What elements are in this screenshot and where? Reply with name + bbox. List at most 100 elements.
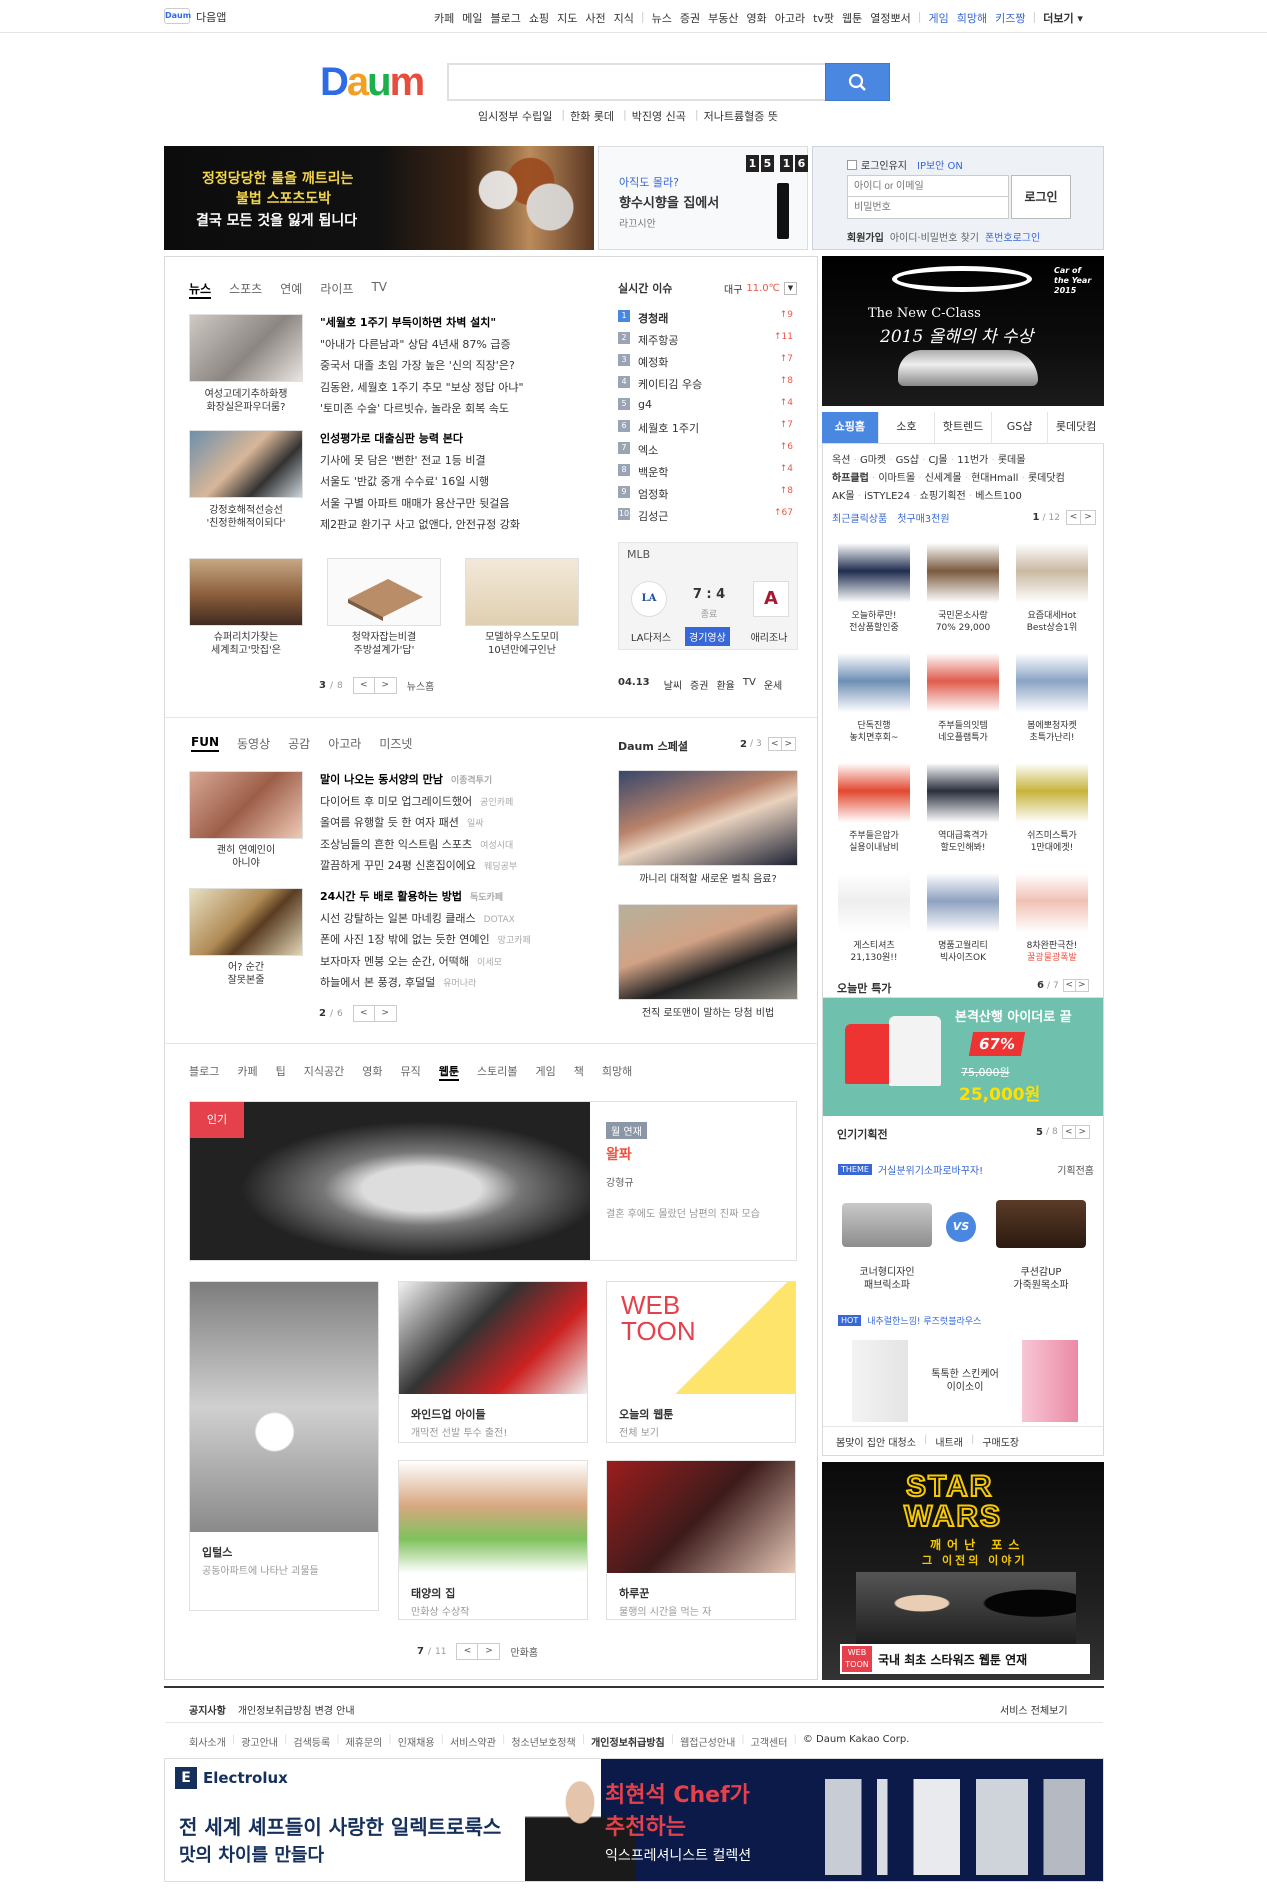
realtime-item[interactable]: 1 경청래 ↑9 xyxy=(618,310,793,326)
photo-restaurant[interactable] xyxy=(189,558,303,626)
manhwa-home-link[interactable]: 만화홈 xyxy=(510,1644,538,1659)
ip-security-toggle[interactable]: IP보안 ON xyxy=(917,157,963,172)
mall-link[interactable]: CJ몰 xyxy=(929,455,948,466)
headline-link[interactable]: 조상님들의 흔한 익스트림 스포츠 여성시대 xyxy=(320,836,513,852)
hot-keyword[interactable]: 한화 롯데 xyxy=(570,108,614,124)
webtoon-card[interactable]: 입털스 공동아파트에 나타난 괴물들 xyxy=(189,1281,379,1611)
car-ad[interactable]: Car of the Year 2015 The New C-Class 201… xyxy=(822,256,1104,406)
gnb-media-link[interactable]: 부동산 xyxy=(708,10,738,26)
util-link[interactable]: 날씨 xyxy=(664,677,682,692)
special-caption-1[interactable]: 까니리 대적할 새로운 벌칙 음료? xyxy=(618,873,798,886)
headline-link[interactable]: 다이어트 후 미모 업그레이드했어 공인카페 xyxy=(320,793,513,809)
fun-prev-button[interactable]: < xyxy=(352,1005,375,1022)
realtime-item[interactable]: 6 세월호 1주기 ↑7 xyxy=(618,420,793,436)
product-caption[interactable]: 봄에뽀청자켓 초특가난리! xyxy=(1008,720,1096,744)
webtoon-next-button[interactable]: > xyxy=(478,1643,501,1660)
gnb-service-link[interactable]: 블로그 xyxy=(491,10,521,26)
special-photo-2[interactable] xyxy=(618,904,798,1000)
webtoon-card[interactable]: 태양의 집 만화상 수상작 xyxy=(398,1460,588,1620)
product-image[interactable] xyxy=(927,866,999,936)
id-input[interactable] xyxy=(847,175,1009,197)
special-photo-1[interactable] xyxy=(618,770,798,866)
deal-next-button[interactable]: > xyxy=(1075,979,1089,992)
planning-link[interactable]: 내트래 xyxy=(935,1434,963,1449)
gnb-service-link[interactable]: 지식 xyxy=(614,10,634,26)
gnb-media-link[interactable]: 증권 xyxy=(680,10,700,26)
fun-next-button[interactable]: > xyxy=(374,1005,397,1022)
category-tab[interactable]: 팁 xyxy=(276,1063,286,1081)
category-tab[interactable]: 블로그 xyxy=(189,1063,219,1081)
headline-link[interactable]: "아내가 다른남과" 상담 4년새 87% 급증 xyxy=(320,336,511,352)
fun-tab[interactable]: 아고라 xyxy=(328,735,361,752)
footer-link[interactable]: 웹접근성안내 xyxy=(680,1734,735,1749)
category-tab[interactable]: 뮤직 xyxy=(400,1063,420,1081)
special-next-button[interactable]: > xyxy=(781,737,796,751)
category-tab[interactable]: 영화 xyxy=(362,1063,382,1081)
news-next-button[interactable]: > xyxy=(374,677,397,694)
login-button[interactable]: 로그인 xyxy=(1011,175,1071,219)
category-tab[interactable]: 웹툰 xyxy=(438,1063,459,1081)
shop-next-button[interactable]: > xyxy=(1081,510,1096,525)
phone-login-link[interactable]: 폰번호로그인 xyxy=(985,229,1040,244)
headline-link[interactable]: 기사에 못 담은 '뻔한' 전교 1등 비결 xyxy=(320,452,486,468)
hot-keyword[interactable]: 박진영 신곡 xyxy=(632,108,686,124)
realtime-item[interactable]: 3 예정화 ↑7 xyxy=(618,354,793,370)
mall-link[interactable]: 롯데닷컴 xyxy=(1028,473,1065,484)
product-caption[interactable]: 명품고월리티 빅사이즈OK xyxy=(919,940,1007,964)
gnb-service-link[interactable]: 지도 xyxy=(557,10,577,26)
news-prev-button[interactable]: < xyxy=(352,677,375,694)
category-tab[interactable]: 지식공간 xyxy=(304,1063,344,1081)
gnb-media-link[interactable]: 뉴스 xyxy=(652,10,672,26)
util-link[interactable]: 운세 xyxy=(764,677,782,692)
shop-prev-button[interactable]: < xyxy=(1066,510,1081,525)
mall-link[interactable]: 하프클럽 xyxy=(832,473,869,484)
gambling-banner[interactable]: 정정당당한 룰을 깨트리는 불법 스포츠도박 결국 모든 것을 잃게 됩니다 xyxy=(164,146,594,250)
mall-link[interactable]: 신세계몰 xyxy=(925,473,962,484)
headline-link[interactable]: 인성평가로 대출심판 능력 본다 xyxy=(320,430,463,446)
password-input[interactable] xyxy=(847,197,1009,219)
keep-login-checkbox[interactable] xyxy=(847,159,857,170)
product-caption[interactable]: 오늘하루만! 전상품할인중 xyxy=(830,610,918,634)
category-tab[interactable]: 책 xyxy=(574,1063,584,1081)
headline-link[interactable]: "세월호 1주기 부득이하면 차벽 설치" xyxy=(320,314,496,330)
planning-link[interactable]: 봄맞이 집안 대청소 xyxy=(836,1434,916,1449)
planning-home-link[interactable]: 기획전홈 xyxy=(1057,1162,1094,1177)
webtoon-card[interactable]: 와인드업 아이들 개막전 선발 투수 출전! xyxy=(398,1281,588,1443)
category-tab[interactable]: 스토리볼 xyxy=(477,1063,517,1081)
news-thumb-1[interactable] xyxy=(189,314,303,382)
app-link[interactable]: 다음앱 xyxy=(196,9,226,25)
gnb-service-link[interactable]: 카페 xyxy=(434,10,454,26)
product-caption[interactable]: 요즘대세Hot Best상승1위 xyxy=(1008,610,1096,634)
footer-link[interactable]: 회사소개 xyxy=(189,1734,226,1749)
realtime-item[interactable]: 5 g4 ↑4 xyxy=(618,398,793,411)
mall-link[interactable]: 이마트몰 xyxy=(878,473,915,484)
realtime-item[interactable]: 8 백운학 ↑4 xyxy=(618,464,793,480)
product-caption[interactable]: 게스티셔츠 21,130원!! xyxy=(830,940,918,964)
headline-link[interactable]: 깔끔하게 꾸민 24평 신혼집이에요 웨딩공부 xyxy=(320,857,517,873)
photo-cartoon[interactable] xyxy=(465,558,579,626)
mall-link[interactable]: 베스트100 xyxy=(975,491,1022,502)
mlb-box[interactable]: MLB LA A 7 : 4 종료 LA다저스 경기영상 애리조나 xyxy=(618,542,798,650)
chevron-down-icon[interactable]: ▼ xyxy=(783,282,797,295)
mall-link[interactable]: 쇼핑기획전 xyxy=(920,491,966,502)
photo-floorplan[interactable] xyxy=(327,558,441,626)
realtime-item[interactable]: 9 엄정화 ↑8 xyxy=(618,486,793,502)
today-deal[interactable]: 오늘만 특가 6/7 < > 본격산행 아이더로 끝 67% 75,000원 25,… xyxy=(823,974,1103,1116)
category-tab[interactable]: 희망해 xyxy=(602,1063,632,1081)
gnb-service-link[interactable]: 메일 xyxy=(462,10,482,26)
sofa-2-caption[interactable]: 쿠션감UP 가죽원목소파 xyxy=(996,1266,1086,1292)
news-thumb-2-caption[interactable]: 강정호해적선승선 '친정한해적이되다' xyxy=(189,504,303,530)
sofa-1-caption[interactable]: 코너형디자인 패브릭소파 xyxy=(842,1266,932,1292)
sofa-1-image[interactable] xyxy=(842,1203,932,1247)
product-image[interactable] xyxy=(838,756,910,826)
news-tab[interactable]: 뉴스 xyxy=(189,280,212,299)
gnb-fun-link[interactable]: 희망해 xyxy=(957,10,987,26)
mall-link[interactable]: iSTYLE24 xyxy=(864,491,910,502)
fun-tab[interactable]: 미즈넷 xyxy=(379,735,412,752)
gnb-service-link[interactable]: 쇼핑 xyxy=(529,10,549,26)
gnb-fun-link[interactable]: 게임 xyxy=(929,10,949,26)
webtoon-card[interactable]: WEB TOON 오늘의 웹툰 전체 보기 xyxy=(606,1281,796,1443)
fun-tab[interactable]: FUN xyxy=(191,735,219,752)
recent-click-link[interactable]: 최근클릭상품 xyxy=(832,510,887,525)
footer-link[interactable]: 인재채용 xyxy=(398,1734,435,1749)
